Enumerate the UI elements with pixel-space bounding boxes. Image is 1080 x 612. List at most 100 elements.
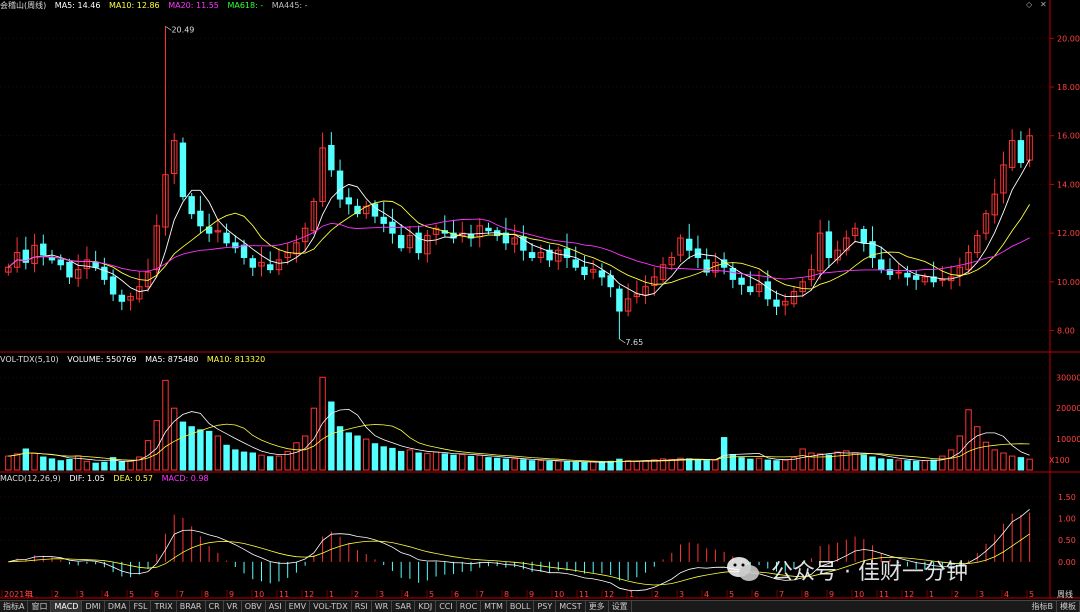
tab-8[interactable]: CR (206, 601, 224, 612)
volume-bar-38 (337, 427, 342, 470)
volume-bar-117 (1027, 459, 1032, 470)
volume-bar-52 (460, 455, 465, 470)
price-axis-label-0: 20.00 (1057, 34, 1080, 43)
axis-lines (0, 0, 1080, 598)
candle-body-83 (730, 268, 735, 279)
tab-15[interactable]: WR (372, 601, 392, 612)
ma5-line (8, 160, 1029, 297)
tab-12[interactable]: EMV (286, 601, 310, 612)
watermark: 公众号 · 佳财一分钟 (725, 552, 1055, 588)
tab-9[interactable]: VR (224, 601, 242, 612)
tab-14[interactable]: RSI (352, 601, 372, 612)
volume-bar-65 (573, 462, 578, 470)
tab-13[interactable]: VOL-TDX (310, 601, 352, 612)
ma445-value: MA445: - (272, 1, 308, 10)
tab-24[interactable]: 更多 (586, 601, 609, 612)
volume-bar-14 (128, 461, 133, 470)
tab-right-1[interactable]: 模板 (1057, 601, 1080, 612)
volume-bar-85 (748, 459, 753, 470)
candle-body-98 (861, 229, 866, 242)
time-label-39: 3 (979, 590, 984, 599)
tab-1[interactable]: 窗口 (28, 601, 51, 612)
time-label-38: 2 (954, 590, 959, 599)
tab-0[interactable]: 指标A (0, 601, 28, 612)
ma618-value: MA618: - (227, 1, 263, 10)
volume-bar-105 (922, 461, 927, 470)
volume-bar-110 (966, 410, 971, 470)
volume-bar-79 (695, 460, 700, 470)
candle-body-6 (58, 260, 63, 265)
volume-bar-46 (407, 450, 412, 470)
vol-axis-label-1: 20000 (1056, 404, 1080, 413)
volume-bar-23 (206, 431, 211, 470)
volume-bar-40 (355, 436, 360, 470)
tab-3[interactable]: DMI (82, 601, 104, 612)
volume-bar-68 (599, 462, 604, 470)
volume-ma10: MA10: 813320 (207, 355, 265, 364)
time-label-30: 6 (754, 590, 759, 599)
volume-bar-104 (913, 461, 918, 470)
tab-25[interactable]: 设置 (609, 601, 632, 612)
tab-22[interactable]: PSY (534, 601, 556, 612)
volume-bars (6, 377, 1033, 470)
volume-bar-59 (521, 460, 526, 470)
vol-axis-label-2: 10000 (1056, 435, 1080, 444)
volume-bar-69 (608, 461, 613, 470)
tab-10[interactable]: OBV (242, 601, 266, 612)
candle-body-85 (748, 287, 753, 292)
tab-5[interactable]: FSL (130, 601, 151, 612)
volume-bar-45 (398, 451, 403, 470)
volume-bar-62 (547, 461, 552, 470)
volume-bar-33 (294, 443, 299, 470)
candle-body-103 (905, 273, 910, 277)
collapse-icon[interactable]: ◇ (1026, 0, 1032, 9)
candle-body-37 (329, 145, 334, 169)
ma20-value: MA20: 11.55 (168, 1, 219, 10)
volume-bar-18 (163, 380, 168, 470)
volume-bar-30 (268, 457, 273, 470)
time-label-16: 4 (404, 590, 409, 599)
macd-axis-label-2: 0.50 (1058, 536, 1076, 545)
tab-17[interactable]: KDJ (415, 601, 436, 612)
volume-bar-61 (538, 460, 543, 470)
time-label-3: 3 (79, 590, 84, 599)
tab-right-0[interactable]: 指标B (1029, 601, 1058, 612)
price-axis-label-3: 14.00 (1057, 180, 1080, 189)
tab-20[interactable]: MTM (481, 601, 507, 612)
price-axis-label-4: 12.00 (1057, 229, 1080, 238)
close-icon[interactable]: ✕ (1040, 0, 1047, 9)
volume-bar-67 (590, 462, 595, 470)
wechat-icon (725, 555, 761, 585)
time-label-17: 5 (429, 590, 434, 599)
volume-bar-84 (739, 458, 744, 470)
tab-6[interactable]: TRIX (151, 601, 176, 612)
stock-chart[interactable]: 20.0018.0016.0014.0012.0010.008.00300002… (0, 0, 1080, 611)
tab-18[interactable]: CCI (436, 601, 457, 612)
candle-body-12 (110, 277, 115, 294)
candle-body-4 (41, 244, 46, 255)
tab-23[interactable]: MCST (556, 601, 585, 612)
volume-bar-50 (442, 454, 447, 470)
volume-bar-11 (102, 462, 107, 470)
tab-11[interactable]: ASI (266, 601, 286, 612)
tab-2[interactable]: MACD (51, 601, 82, 612)
volume-title: VOL-TDX(5,10) (0, 355, 59, 364)
tab-16[interactable]: SAR (392, 601, 415, 612)
volume-bar-57 (503, 459, 508, 470)
volume-bar-114 (1001, 453, 1006, 470)
indicator-tab-bar: 指标A窗口MACDDMIDMAFSLTRIXBRARCRVROBVASIEMVV… (0, 600, 1080, 612)
volume-bar-22 (198, 430, 203, 470)
ma5-value: MA5: 14.46 (55, 1, 101, 10)
volume-bar-53 (468, 456, 473, 470)
volume-bar-96 (844, 451, 849, 470)
volume-bar-89 (783, 460, 788, 470)
indicator-tabs-right: 指标B模板 (1029, 601, 1080, 612)
volume-bar-98 (861, 455, 866, 470)
tab-19[interactable]: ROC (457, 601, 481, 612)
tab-7[interactable]: BRAR (177, 601, 206, 612)
volume-bar-64 (564, 462, 569, 470)
tab-4[interactable]: DMA (105, 601, 131, 612)
volume-bar-20 (180, 422, 185, 470)
volume-bar-49 (433, 452, 438, 470)
tab-21[interactable]: BOLL (507, 601, 535, 612)
